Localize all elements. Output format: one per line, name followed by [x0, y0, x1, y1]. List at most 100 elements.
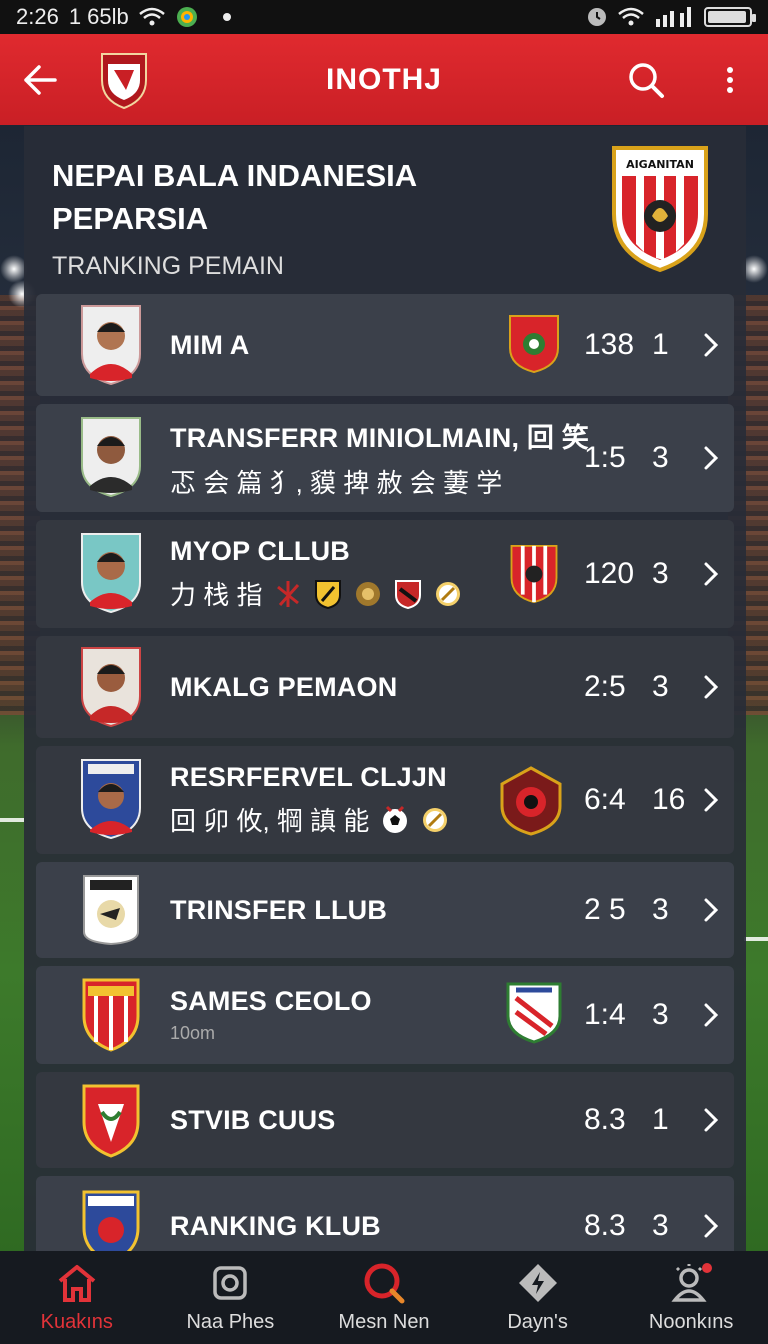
player-subtitle: 10om: [170, 1023, 216, 1043]
chevron-right-icon: [696, 325, 726, 365]
chevron-right-icon: [696, 1206, 726, 1246]
player-name: RANKING KLUB: [170, 1210, 381, 1241]
status-bar: 2:26 1 65lb: [0, 0, 768, 34]
nav-label: Kuakıns: [40, 1311, 113, 1333]
club-avatar: [82, 978, 140, 1052]
nav-item-matches[interactable]: Mesn Nen: [307, 1251, 461, 1344]
ranking-row[interactable]: MYOP CLLUB 力 栈 指 120 3: [36, 520, 734, 628]
player-avatar: [81, 305, 141, 386]
wifi-signal-icon: [618, 7, 644, 26]
player-rank: 3: [652, 670, 669, 703]
battery-icon: [704, 7, 756, 27]
club-badge-icon: [500, 766, 562, 836]
ranking-row[interactable]: SAMES CEOLO 10om 1:4 3: [36, 966, 734, 1064]
football-icon: [383, 805, 408, 833]
search-button[interactable]: [620, 54, 672, 106]
player-subtitle: 忑 会 篇 ⺨, 貘 捭 赦 会 萋 学: [170, 468, 503, 498]
diamond-bolt-icon: [516, 1261, 560, 1305]
more-options-button[interactable]: [710, 54, 750, 106]
club-badge-icon: [510, 544, 558, 604]
nav-label: Naa Phes: [186, 1311, 275, 1333]
chevron-right-icon: [696, 890, 726, 930]
crest-label: AIGANITAN: [626, 158, 694, 171]
player-rank: 3: [652, 1209, 669, 1242]
player-rank: 16: [652, 783, 686, 816]
player-score: 8.3: [584, 1209, 626, 1242]
home-icon: [55, 1261, 99, 1305]
club-avatar: [82, 1190, 140, 1251]
player-name: MYOP CLLUB: [170, 536, 351, 566]
player-subtitle-row: 回 卯 攸, 犅 謓 能: [170, 801, 449, 838]
player-score: 6:4: [584, 783, 626, 816]
page-title: NEPAI BALA INDANESIA PEPARSIA: [52, 158, 416, 236]
ranking-row[interactable]: MIM A 138 1: [36, 294, 734, 396]
more-vert-icon: [727, 67, 733, 93]
ranking-row[interactable]: TRINSFER LLUB 2 5 3: [36, 862, 734, 958]
club-avatar: [82, 1084, 140, 1158]
header-card: NEPAI BALA INDANESIA PEPARSIA TRANKING P…: [24, 126, 746, 294]
search-ball-icon: [362, 1261, 406, 1305]
nav-item-days[interactable]: Dayn's: [461, 1251, 615, 1344]
pitch-line: [744, 937, 768, 941]
player-name: STVIB CUUS: [170, 1104, 336, 1135]
player-score: 1:4: [584, 998, 626, 1031]
yellow-ring-icon: [436, 581, 461, 606]
bottom-navigation: Kuakıns Naa Phes Mesn Nen Dayn's Noonkın…: [0, 1251, 768, 1344]
chevron-right-icon: [696, 667, 726, 707]
chevron-right-icon: [696, 995, 726, 1035]
player-name: MKALG PEMAON: [170, 671, 398, 702]
player-subtitle: 回 卯 攸, 犅 謓 能: [170, 806, 370, 836]
chevron-right-icon: [696, 1100, 726, 1140]
chevron-right-icon: [696, 554, 726, 594]
profile-alert-icon: [669, 1261, 713, 1305]
search-icon: [629, 63, 664, 98]
player-score: 8.3: [584, 1103, 626, 1136]
player-avatar: [81, 533, 141, 614]
ranking-row[interactable]: RANKING KLUB 8.3 3: [36, 1176, 734, 1251]
yellow-ring-icon: [423, 807, 448, 832]
alarm-icon: [588, 8, 606, 26]
red-black-club-icon: [395, 579, 422, 609]
player-rank: 3: [652, 998, 669, 1031]
chevron-right-icon: [696, 438, 726, 478]
player-rank: 1: [652, 328, 669, 361]
club-badge-icon: [509, 315, 559, 374]
nav-item-players[interactable]: Naa Phes: [154, 1251, 308, 1344]
nav-item-notifications[interactable]: Noonkıns: [614, 1251, 768, 1344]
notification-dot: [222, 13, 231, 21]
player-subtitle-row: 力 栈 指: [170, 575, 462, 612]
ranking-panel: NEPAI BALA INDANESIA PEPARSIA TRANKING P…: [24, 126, 746, 1251]
app-bar: INOTHJ: [0, 34, 768, 126]
ranking-row[interactable]: TRANSFERR MINIOLMAIN, 回 笑 忑 会 篇 ⺨, 貘 捭 赦…: [36, 404, 734, 512]
player-name: SAMES CEOLO: [170, 986, 372, 1016]
player-name: TRANSFERR MINIOLMAIN, 回 笑: [170, 423, 589, 453]
player-card-icon: [208, 1261, 252, 1305]
chevron-right-icon: [696, 780, 726, 820]
ranking-row[interactable]: STVIB CUUS 8.3 1: [36, 1072, 734, 1168]
player-rank: 1: [652, 1103, 669, 1136]
player-name: RESRFERVEL CLJJN: [170, 762, 447, 792]
player-score: 138: [584, 328, 635, 361]
wifi-icon: [138, 7, 165, 26]
back-button[interactable]: [0, 34, 80, 126]
club-avatar: [83, 875, 139, 946]
federation-crest-icon: AIGANITAN: [612, 146, 708, 273]
player-rank: 3: [652, 893, 669, 926]
nav-label: Mesn Nen: [338, 1311, 430, 1333]
player-rank: 3: [652, 557, 669, 590]
player-score: 2:5: [584, 670, 626, 703]
nav-item-rankings[interactable]: Kuakıns: [0, 1251, 154, 1344]
player-name: TRINSFER LLUB: [170, 894, 388, 925]
ranking-row[interactable]: RESRFERVEL CLJJN 回 卯 攸, 犅 謓 能 6:4 16: [36, 746, 734, 854]
red-glyph-icon: [277, 580, 300, 607]
ranking-row[interactable]: MKALG PEMAON 2:5 3: [36, 636, 734, 738]
player-score: 2 5: [584, 893, 626, 926]
player-score: 120: [584, 557, 635, 590]
player-rank: 3: [652, 441, 669, 474]
player-avatar: [81, 759, 141, 840]
player-avatar: [81, 417, 141, 498]
back-arrow-icon: [24, 65, 57, 95]
status-extra: 1 65lb: [68, 4, 129, 29]
app-logo-icon: [101, 53, 147, 110]
pitch-line: [0, 818, 24, 822]
